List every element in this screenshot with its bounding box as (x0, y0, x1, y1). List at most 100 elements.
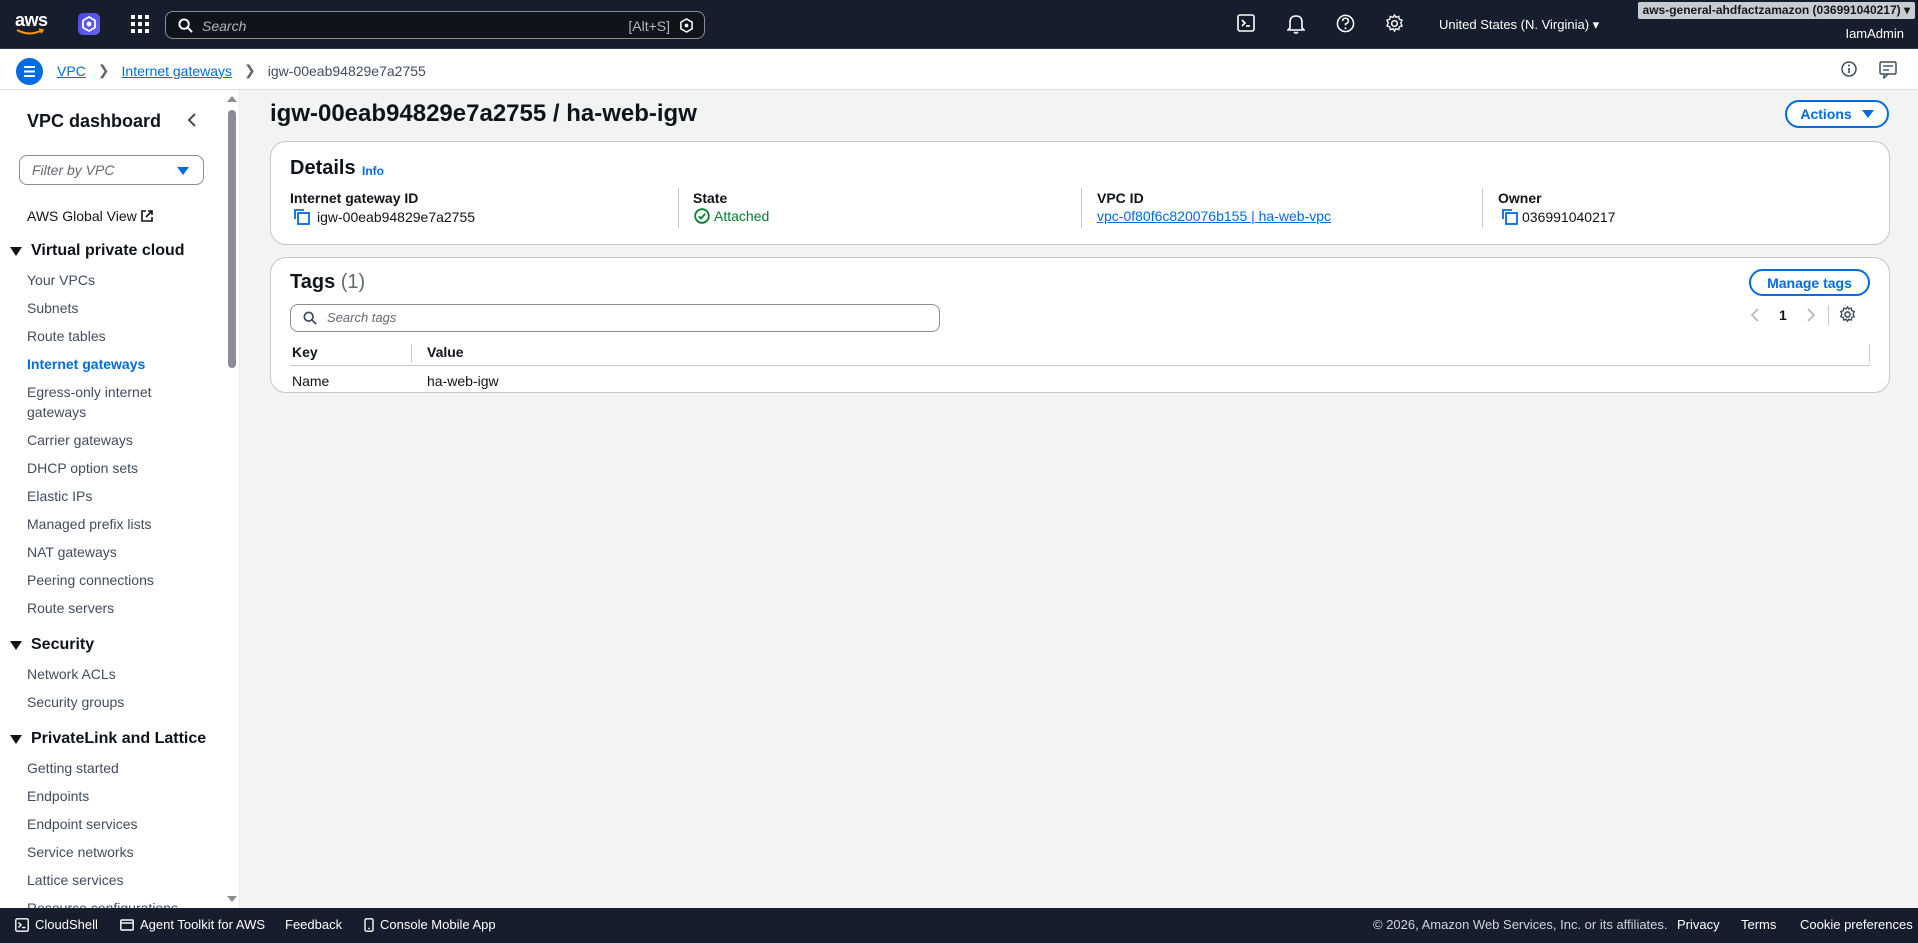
feedback-label: Feedback (285, 917, 343, 932)
notifications-bell-icon[interactable] (1287, 14, 1305, 34)
egress-line2: gateways (27, 404, 87, 420)
copy-icon[interactable] (293, 208, 317, 225)
next-page-icon[interactable] (1806, 308, 1816, 322)
account-label: aws-general-ahdfactzamazon (036991040217… (1642, 3, 1901, 17)
sidebar-item-endpoint-services[interactable]: Endpoint services (27, 814, 138, 834)
apps-grid-icon[interactable] (131, 15, 149, 33)
section-virtual-private-cloud[interactable]: Virtual private cloud (10, 242, 185, 260)
column-divider[interactable] (1869, 344, 1870, 362)
preferences-gear-icon[interactable] (1839, 306, 1856, 323)
sidebar-item-resource-configurations[interactable]: Resource configurations (27, 898, 178, 908)
section-title: Security (31, 636, 95, 653)
section-title: Virtual private cloud (31, 242, 185, 259)
sidebar-item-service-networks[interactable]: Service networks (27, 842, 134, 862)
sidebar-item-internet-gateways[interactable]: Internet gateways (27, 354, 145, 374)
sidebar-item-subnets[interactable]: Subnets (27, 298, 78, 318)
chevron-right-icon: ❯ (244, 62, 256, 78)
settings-gear-icon[interactable] (1385, 14, 1404, 33)
help-icon[interactable] (1336, 14, 1355, 33)
sidebar-item-endpoints[interactable]: Endpoints (27, 786, 89, 806)
agent-toolkit-button[interactable]: Agent Toolkit for AWS (120, 917, 265, 932)
cookie-preferences-link[interactable]: Cookie preferences (1800, 917, 1913, 932)
vpc-id-link[interactable]: vpc-0f80f6c820076b155 | ha-web-vpc (1097, 208, 1331, 224)
sidebar-item-lattice-services[interactable]: Lattice services (27, 870, 123, 890)
app-icon[interactable] (78, 13, 100, 35)
sidebar-item-your-vpcs[interactable]: Your VPCs (27, 270, 95, 290)
breadcrumb-vpc[interactable]: VPC (57, 63, 86, 79)
sidebar-item-route-tables[interactable]: Route tables (27, 326, 106, 346)
sidebar-item-peering-connections[interactable]: Peering connections (27, 570, 154, 590)
feedback-icon[interactable] (1879, 61, 1897, 79)
breadcrumb-bar: VPC ❯ Internet gateways ❯ igw-00eab94829… (0, 49, 1918, 90)
terms-link[interactable]: Terms (1741, 917, 1776, 932)
collapse-sidebar-icon[interactable] (186, 112, 198, 128)
sidebar-item-global-view[interactable]: AWS Global View (27, 206, 153, 226)
tags-heading: Tags (1) (290, 271, 365, 294)
sidebar-title[interactable]: VPC dashboard (27, 111, 161, 132)
tag-key-cell: Name (292, 373, 330, 389)
pagination-divider (1828, 305, 1829, 325)
search-icon (303, 311, 317, 325)
cloudshell-icon[interactable] (1237, 14, 1255, 32)
column-header-key[interactable]: Key (292, 344, 318, 360)
page-number[interactable]: 1 (1779, 307, 1787, 323)
sidebar-item-security-groups[interactable]: Security groups (27, 692, 124, 712)
global-view-label: AWS Global View (27, 208, 137, 224)
feedback-link[interactable]: Feedback (285, 917, 342, 932)
egress-line1: Egress-only internet (27, 384, 152, 400)
console-mobile-app-link[interactable]: Console Mobile App (364, 917, 496, 932)
caret-down-icon (10, 246, 22, 256)
sidebar-item-network-acls[interactable]: Network ACLs (27, 664, 116, 684)
section-security[interactable]: Security (10, 636, 94, 654)
sidebar-item-nat-gateways[interactable]: NAT gateways (27, 542, 117, 562)
sidebar-item-route-servers[interactable]: Route servers (27, 598, 114, 618)
state-value: Attached (694, 208, 769, 224)
sidebar-item-getting-started[interactable]: Getting started (27, 758, 119, 778)
section-privatelink-and-lattice[interactable]: PrivateLink and Lattice (10, 730, 206, 748)
region-selector[interactable]: United States (N. Virginia) ▾ (1439, 17, 1599, 33)
tags-heading-text: Tags (290, 271, 336, 293)
owner-label: Owner (1498, 190, 1542, 206)
column-divider[interactable] (411, 344, 412, 362)
chevron-right-icon: ❯ (97, 62, 110, 78)
privacy-link[interactable]: Privacy (1677, 917, 1720, 932)
manage-tags-button[interactable]: Manage tags (1749, 269, 1870, 296)
agent-toolkit-label: Agent Toolkit for AWS (140, 917, 266, 932)
details-panel: Details Info Internet gateway ID igw-00e… (270, 141, 1890, 245)
sidebar-item-dhcp-option-sets[interactable]: DHCP option sets (27, 458, 138, 478)
breadcrumb-internet-gateways[interactable]: Internet gateways (122, 63, 233, 79)
scroll-down-arrow[interactable] (227, 896, 237, 902)
global-search-input[interactable]: Search [Alt+S] (165, 11, 705, 39)
aws-logo[interactable]: aws (15, 10, 49, 36)
actions-button[interactable]: Actions (1785, 100, 1889, 128)
sidebar-item-managed-prefix-lists[interactable]: Managed prefix lists (27, 514, 152, 534)
prev-page-icon[interactable] (1750, 308, 1760, 322)
info-icon[interactable] (1841, 61, 1857, 77)
filter-by-vpc-select[interactable]: Filter by VPC (19, 155, 204, 185)
hamburger-menu-button[interactable] (16, 58, 43, 85)
account-menu[interactable]: aws-general-ahdfactzamazon (036991040217… (1637, 2, 1915, 19)
caret-down-icon (1861, 110, 1874, 118)
copy-icon[interactable] (1501, 208, 1522, 225)
sidebar-item-egress-only-internet-gateways[interactable]: Egress-only internet gateways (27, 382, 152, 422)
details-heading: Details (290, 157, 356, 179)
section-title: PrivateLink and Lattice (31, 730, 207, 747)
sidebar-item-elastic-ips[interactable]: Elastic IPs (27, 486, 92, 506)
footer: CloudShell Agent Toolkit for AWS Feedbac… (0, 908, 1918, 943)
main-content: igw-00eab94829e7a2755 / ha-web-igw Actio… (240, 90, 1918, 908)
details-info-link[interactable]: Info (362, 164, 384, 178)
sidebar-item-carrier-gateways[interactable]: Carrier gateways (27, 430, 133, 450)
sidebar-scrollbar[interactable] (228, 110, 236, 368)
search-placeholder: Search (202, 18, 247, 34)
caret-down-icon (10, 640, 22, 650)
scroll-up-arrow[interactable] (227, 96, 237, 102)
column-header-value[interactable]: Value (427, 344, 464, 360)
search-tags-input[interactable]: Search tags (290, 304, 940, 332)
search-tags-placeholder: Search tags (327, 310, 397, 325)
top-navigation: aws Search [Alt+S] United States (N. Vir… (0, 0, 1918, 49)
cloudshell-button[interactable]: CloudShell (15, 917, 98, 932)
owner-text: 036991040217 (1522, 208, 1616, 225)
mobile-app-label: Console Mobile App (380, 917, 496, 932)
aws-logo-text: aws (15, 10, 48, 30)
user-name[interactable]: IamAdmin (1845, 26, 1904, 41)
